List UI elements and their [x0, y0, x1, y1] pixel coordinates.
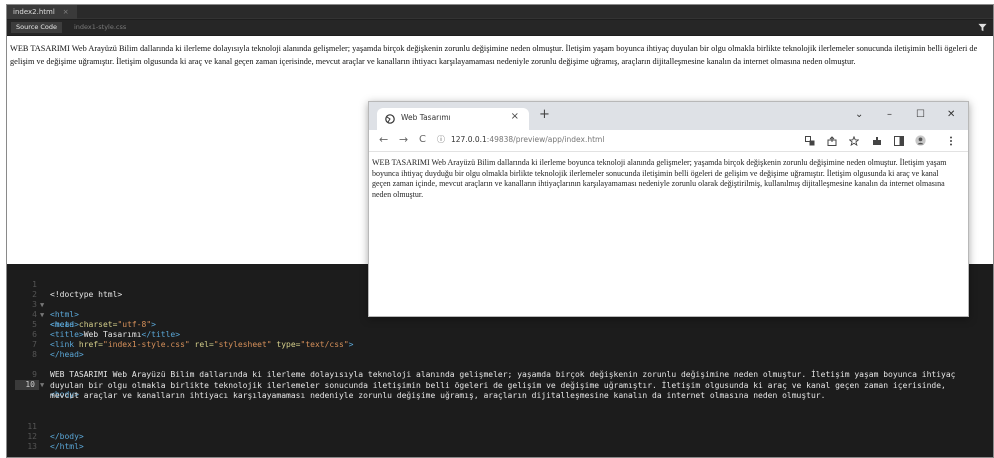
info-icon[interactable]: ⓘ	[437, 134, 445, 145]
html-close-tag: </html>	[50, 442, 84, 451]
code-line: 7 </head>	[7, 330, 993, 359]
code-line: 8	[7, 340, 993, 359]
browser-tab[interactable]: Web Tasarımı ×	[377, 108, 529, 130]
browser-page-content: WEB TASARIMI Web Arayüzü Bilim dallarınd…	[369, 153, 968, 317]
file-tab-label: index2.html	[13, 8, 55, 16]
extensions-icon[interactable]	[872, 136, 882, 146]
star-icon[interactable]	[849, 136, 859, 146]
reload-icon[interactable]: C	[419, 133, 426, 147]
body-text-content: WEB TASARIMI Web Arayüzü Bilim dallarınd…	[50, 370, 956, 400]
chevron-down-icon[interactable]: ⌄	[855, 109, 863, 121]
browser-toolbar: ← → C ⓘ 127.0.0.1:49838/preview/app/inde…	[369, 130, 968, 152]
tab-source-code[interactable]: Source Code	[11, 22, 63, 33]
line-number-current: 10	[15, 380, 39, 390]
url-host: 127.0.0.1	[451, 135, 487, 144]
head-close-tag: </head>	[50, 350, 84, 359]
close-icon[interactable]: ×	[511, 111, 519, 122]
line-number: 8	[32, 350, 37, 359]
browser-tab-strip: Web Tasarımı × + ⌄ – ☐ ✕	[369, 102, 968, 130]
code-line: 6 <link href="index1-style.css" rel="sty…	[7, 320, 993, 349]
code-line: 12 </html>	[7, 422, 993, 451]
url-path: :49838/preview/app/index.html	[486, 135, 605, 144]
fold-arrow-icon[interactable]: ▼	[40, 380, 44, 390]
side-panel-icon[interactable]	[894, 136, 904, 146]
filter-icon[interactable]	[978, 23, 987, 32]
preview-paragraph: WEB TASARIMI Web Arayüzü Bilim dallarınd…	[10, 44, 978, 66]
view-tab-bar: Source Code index1-style.css	[7, 20, 993, 35]
new-tab-icon[interactable]: +	[539, 108, 550, 122]
line-number: 13	[27, 442, 37, 451]
browser-window: Web Tasarımı × + ⌄ – ☐ ✕ ← → C ⓘ 127.0.0…	[368, 101, 969, 317]
browser-tab-title: Web Tasarımı	[401, 113, 451, 122]
code-line: 9 ▼ <body>	[7, 360, 993, 399]
translate-icon[interactable]	[805, 136, 815, 146]
maximize-icon[interactable]: ☐	[916, 109, 925, 121]
minimize-icon[interactable]: –	[887, 109, 892, 121]
more-menu-icon[interactable]	[949, 136, 953, 146]
globe-icon	[385, 114, 395, 124]
file-tab-index2[interactable]: index2.html ×	[7, 5, 77, 19]
forward-arrow-icon[interactable]: →	[399, 133, 408, 147]
editor-title-bar: index2.html ×	[7, 5, 993, 19]
code-line: 13	[7, 432, 993, 451]
back-arrow-icon[interactable]: ←	[379, 133, 388, 147]
address-bar[interactable]: 127.0.0.1:49838/preview/app/index.html	[451, 135, 604, 144]
code-line: 11 </body>	[7, 412, 993, 441]
file-tab-close-icon[interactable]: ×	[63, 8, 69, 16]
profile-avatar-icon[interactable]	[915, 135, 926, 146]
window-close-icon[interactable]: ✕	[947, 109, 955, 121]
share-icon[interactable]	[827, 136, 837, 146]
tab-index1-style-css[interactable]: index1-style.css	[69, 22, 131, 33]
page-paragraph: WEB TASARIMI Web Arayüzü Bilim dallarınd…	[372, 158, 947, 199]
